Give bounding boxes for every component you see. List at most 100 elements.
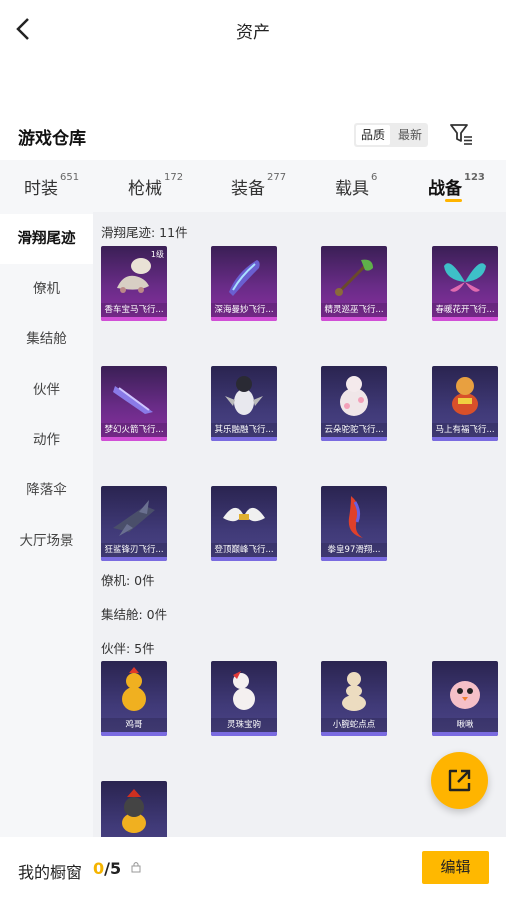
item-card[interactable]: 拳皇97滑翔... — [321, 486, 387, 561]
item-card[interactable] — [101, 781, 167, 837]
edit-button[interactable]: 编辑 — [422, 851, 489, 884]
tab-count: 172 — [164, 172, 184, 183]
item-card[interactable]: 鸡哥 — [101, 661, 167, 736]
external-link-icon — [448, 769, 471, 792]
tab-label: 时装 — [24, 179, 58, 199]
rarity-bar — [321, 732, 387, 736]
rarity-bar — [101, 317, 167, 321]
top-bar: 资产 — [0, 0, 506, 60]
sidebar-item-parachute[interactable]: 降落伞 — [0, 465, 93, 515]
rarity-bar — [101, 732, 167, 736]
sidebar-item-emote[interactable]: 动作 — [0, 415, 93, 465]
showcase-count: 0/5 — [93, 859, 121, 878]
item-card[interactable]: 1级 香车宝马飞行... — [101, 246, 167, 321]
item-card[interactable]: 精灵巡巫飞行... — [321, 246, 387, 321]
pink-bird-partner-icon — [450, 681, 480, 709]
item-name: 其乐融融飞行... — [211, 423, 277, 437]
item-name: 登顶巅峰飞行... — [211, 543, 277, 557]
group-label-glide-trail: 滑翔尾迹: 11件 — [101, 225, 188, 240]
filter-icon[interactable] — [448, 122, 474, 146]
group-label-partner: 伙伴: 5件 — [101, 641, 155, 656]
rocket-trail-icon — [113, 386, 153, 414]
rarity-bar — [321, 557, 387, 561]
tab-equipment[interactable]: 装备277 — [231, 172, 287, 199]
item-card[interactable]: 马上有福飞行... — [432, 366, 498, 441]
item-card[interactable]: 小腕蛇点点 — [321, 661, 387, 736]
active-tab-indicator — [445, 199, 462, 202]
share-button[interactable] — [431, 752, 488, 809]
summit-wings-icon — [223, 507, 265, 522]
item-name: 拳皇97滑翔... — [321, 543, 387, 557]
item-name: 狂鲨锋刃飞行... — [101, 543, 167, 557]
chicken-partner-icon — [122, 667, 146, 711]
tab-label: 装备 — [231, 179, 265, 199]
knight-chick-partner-icon — [122, 789, 146, 833]
item-card[interactable]: 狂鲨锋刃飞行... — [101, 486, 167, 561]
rarity-bar — [101, 437, 167, 441]
tab-label: 战备 — [428, 179, 462, 199]
showcase-current: 0 — [93, 859, 105, 878]
tab-count: 651 — [60, 172, 80, 183]
sidebar-item-partner[interactable]: 伙伴 — [0, 365, 93, 415]
item-name: 香车宝马飞行... — [101, 303, 167, 317]
tab-battle-prep[interactable]: 战备123 — [428, 172, 485, 199]
item-card[interactable]: 云朵驼驼飞行... — [321, 366, 387, 441]
item-card[interactable]: 啾啾 — [432, 661, 498, 736]
sidebar-item-lobby-scene[interactable]: 大厅场景 — [0, 516, 93, 566]
group-label-rally-pod: 集结舱: 0件 — [101, 607, 168, 622]
sidebar-item-rally-pod[interactable]: 集结舱 — [0, 314, 93, 364]
tab-count: 277 — [267, 172, 287, 183]
item-card[interactable]: 登顶巅峰飞行... — [211, 486, 277, 561]
rarity-bar — [321, 317, 387, 321]
item-card[interactable]: 梦幻火箭飞行... — [101, 366, 167, 441]
kof-flame-trail-icon — [348, 496, 363, 538]
group-label-wingman: 僚机: 0件 — [101, 573, 155, 588]
rarity-bar — [211, 732, 277, 736]
item-level: 1级 — [150, 250, 164, 259]
tab-label: 枪械 — [128, 179, 162, 199]
sort-toggle[interactable]: 品质 最新 — [354, 123, 429, 147]
tab-label: 载具 — [335, 179, 369, 199]
showcase-bar: 我的橱窗 0/5 编辑 — [0, 837, 506, 897]
rarity-bar — [211, 437, 277, 441]
warehouse-title: 游戏仓库 — [18, 129, 86, 149]
shark-jet-icon — [113, 500, 155, 536]
surfboard-trail-icon — [229, 260, 260, 296]
item-name: 春暖花开飞行... — [432, 303, 498, 317]
page-title: 资产 — [236, 23, 270, 43]
penguin-trail-icon — [225, 376, 263, 415]
tab-guns[interactable]: 枪械172 — [128, 172, 184, 199]
sidebar-item-glide-trail[interactable]: 滑翔尾迹 — [0, 214, 93, 264]
item-card[interactable]: 春暖花开飞行... — [432, 246, 498, 321]
alpaca-cloud-icon — [340, 376, 368, 416]
tab-fashion[interactable]: 时装651 — [24, 172, 80, 199]
item-card[interactable]: 其乐融融飞行... — [211, 366, 277, 441]
broom-trail-icon — [335, 259, 373, 296]
sidebar-item-wingman[interactable]: 僚机 — [0, 264, 93, 314]
item-name: 精灵巡巫飞行... — [321, 303, 387, 317]
item-card[interactable]: 灵珠宝驹 — [211, 661, 277, 736]
showcase-total: /5 — [104, 859, 122, 878]
snake-partner-icon — [342, 672, 366, 711]
item-card[interactable]: 深海曼妙飞行... — [211, 246, 277, 321]
tab-count: 123 — [464, 172, 485, 183]
item-name: 马上有福飞行... — [432, 423, 498, 437]
rarity-bar — [432, 437, 498, 441]
sort-by-newest[interactable]: 最新 — [392, 123, 428, 147]
item-name: 云朵驼驼飞行... — [321, 423, 387, 437]
tab-count: 6 — [371, 172, 378, 183]
item-name: 啾啾 — [432, 718, 498, 732]
rarity-bar — [211, 557, 277, 561]
rarity-bar — [321, 437, 387, 441]
rarity-bar — [432, 317, 498, 321]
item-name: 小腕蛇点点 — [321, 718, 387, 732]
horse-trail-icon — [452, 377, 478, 415]
item-name: 灵珠宝驹 — [211, 718, 277, 732]
rarity-bar — [211, 317, 277, 321]
item-name: 鸡哥 — [101, 718, 167, 732]
subcategory-sidebar: 滑翔尾迹 僚机 集结舱 伙伴 动作 降落伞 大厅场景 — [0, 212, 93, 837]
tab-vehicles[interactable]: 载具6 — [335, 172, 378, 199]
butterfly-wings-icon — [444, 263, 486, 292]
sort-by-quality[interactable]: 品质 — [356, 125, 391, 145]
showcase-label: 我的橱窗 — [18, 863, 83, 882]
